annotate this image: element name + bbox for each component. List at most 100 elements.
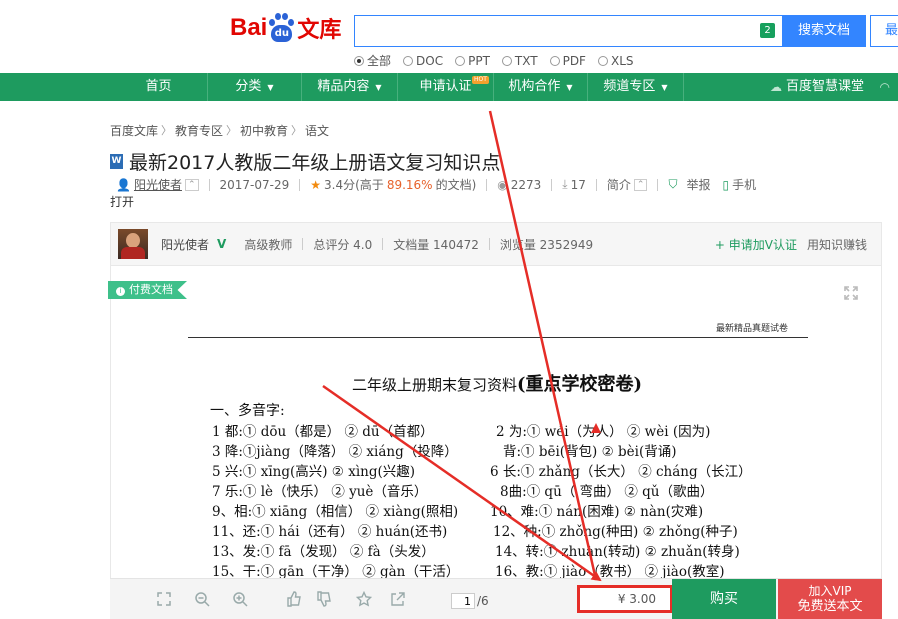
paper-line: 8曲:① qū（ 弯曲） ② qǔ（歌曲）	[500, 484, 714, 500]
rating: ★ 3.4分(高于 89.16% 的文档)	[310, 177, 477, 193]
breadcrumb-separator-icon: 〉	[291, 124, 303, 137]
title-row: W 最新2017人教版二年级上册语文复习知识点	[110, 148, 500, 175]
paw-icon: du	[268, 13, 295, 43]
star-icon: ★	[310, 177, 322, 192]
nav-apply-cert[interactable]: 申请认证 HOT	[398, 73, 494, 101]
phone-icon: ▯	[722, 177, 730, 192]
paper-line: 1 都:① dōu（都是） ② dū（首都）	[212, 424, 434, 440]
paper-line: 11、还:① hái（还有） ② huán(还书)	[212, 524, 448, 540]
report-link[interactable]: ⛉ 举报	[668, 176, 710, 193]
radio-icon	[455, 55, 466, 66]
nav-home[interactable]: 首页	[110, 73, 208, 101]
zoom-out-icon[interactable]	[194, 591, 210, 607]
share-icon[interactable]	[390, 591, 406, 607]
paper-line: 背:① bēi(背包) ② bèi(背诵)	[503, 444, 677, 460]
paper-section: 一、多音字:	[210, 403, 285, 419]
cloud-icon: ☁	[769, 80, 782, 94]
paper-line: 3 降:①jiàng（降落） ② xiáng（投降）	[212, 444, 458, 460]
nav-institution[interactable]: 机构合作 ▼	[494, 73, 588, 101]
paper-line: 7 乐:① lè（快乐） ② yuè（音乐）	[212, 484, 428, 500]
page-title: 最新2017人教版二年级上册语文复习知识点	[129, 152, 501, 174]
hot-badge: HOT	[472, 76, 489, 84]
page-number-input[interactable]	[451, 593, 475, 609]
paper-header: 最新精品真题试卷	[716, 324, 789, 334]
open-link[interactable]: 打开	[110, 193, 134, 210]
search-secondary-button[interactable]: 最	[870, 15, 898, 47]
author-name[interactable]: 阳光使者	[161, 236, 209, 253]
price-display: ¥ 3.00	[577, 585, 673, 613]
breadcrumb-separator-icon: 〉	[226, 124, 238, 137]
paper-line: 2 为:① wéi（为人） ② wèi (因为)	[496, 424, 711, 440]
filetype-doc[interactable]: DOC	[403, 52, 443, 69]
paid-doc-tag: i 付费文档	[108, 281, 187, 299]
page-total: /6	[477, 594, 489, 608]
filetype-all[interactable]: 全部	[354, 52, 391, 69]
main-nav: 首页 分类 ▼ 精品内容 ▼ 申请认证 HOT 机构合作 ▼ 频道专区 ▼ ☁ 百度智慧课…	[0, 73, 898, 101]
fit-screen-icon[interactable]	[156, 591, 172, 607]
info-icon: i	[116, 287, 125, 296]
nav-category[interactable]: 分类 ▼	[208, 73, 302, 101]
eye-icon: ◉	[497, 177, 508, 192]
breadcrumb-wenku[interactable]: 百度文库	[110, 122, 158, 139]
wifi-icon[interactable]: ◠	[880, 73, 890, 101]
radio-icon	[403, 55, 414, 66]
earn-knowledge-link[interactable]: 用知识赚钱	[807, 236, 867, 253]
apply-v-button[interactable]: + 申请加V认证	[715, 236, 797, 253]
search-docs-button[interactable]: 搜索文档	[782, 15, 866, 47]
author-browse-count: 浏览量 2352949	[499, 237, 594, 252]
breadcrumb-middle-school[interactable]: 初中教育	[240, 122, 288, 139]
expand-icon[interactable]: ⌃	[184, 178, 199, 191]
radio-icon	[597, 55, 608, 66]
paper-line: 9、相:① xiāng（相信） ② xiàng(照相)	[212, 504, 459, 520]
summary-dropdown[interactable]: 简介 ⌃	[607, 176, 648, 193]
author-doc-count: 文档量 140472	[393, 237, 479, 252]
thumbs-down-icon[interactable]	[316, 591, 332, 607]
filetype-ppt[interactable]: PPT	[455, 52, 490, 69]
thumbs-up-icon[interactable]	[286, 591, 302, 607]
word-doc-icon: W	[110, 154, 123, 169]
buy-button[interactable]: 购买	[672, 579, 776, 619]
download-count: ⤓ 17	[562, 177, 586, 192]
join-vip-button[interactable]: 加入VIP 免费送本文	[778, 579, 882, 619]
nav-premium[interactable]: 精品内容 ▼	[302, 73, 398, 101]
shield-icon: ⛉	[668, 177, 678, 191]
paper-line: 14、转:① zhuàn(转动) ② zhuǎn(转身)	[495, 544, 740, 560]
caret-down-icon: ▼	[375, 83, 382, 92]
breadcrumb: 百度文库 〉 教育专区 〉 初中教育 〉 语文	[110, 122, 329, 139]
filetype-xls[interactable]: XLS	[597, 52, 634, 69]
paper-line: 5 兴:① xīng(高兴) ② xìng(兴趣)	[212, 464, 416, 480]
verified-v-icon: V	[217, 237, 227, 251]
search-box[interactable]	[354, 15, 782, 47]
logo-text-bai: Bai	[230, 14, 268, 41]
paper-line: 12、种:① zhǒng(种田) ② zhǒng(种子)	[493, 524, 738, 540]
author-link[interactable]: 👤 阳光使者 ⌃	[116, 176, 199, 193]
logo-text-wenku: 文库	[297, 18, 342, 43]
viewer-toolbar: /6 ¥ 3.00 购买 加入VIP 免费送本文	[110, 578, 882, 619]
star-favorite-icon[interactable]	[356, 591, 372, 607]
zoom-in-icon[interactable]	[232, 591, 248, 607]
filetype-filter: 全部 DOC PPT TXT PDF XLS	[354, 52, 634, 69]
radio-icon	[501, 55, 512, 66]
breadcrumb-chinese[interactable]: 语文	[305, 122, 329, 139]
paper-line: 16、教:① jiào（教书） ② jiào(教室)	[495, 564, 725, 580]
fullscreen-icon[interactable]	[844, 286, 858, 300]
filetype-txt[interactable]: TXT	[501, 52, 538, 69]
paper-rule	[188, 337, 808, 338]
search-count-badge: 2	[760, 23, 775, 38]
search-input[interactable]	[355, 16, 782, 46]
user-icon: 👤	[116, 177, 131, 192]
upload-date: 2017-07-29	[219, 177, 290, 192]
avatar[interactable]	[118, 229, 148, 259]
baidu-wenku-logo[interactable]: Bai du 文库	[230, 10, 341, 46]
nav-smart-classroom[interactable]: ☁ 百度智慧课堂	[770, 73, 864, 101]
caret-down-icon: ▼	[566, 83, 573, 92]
breadcrumb-education[interactable]: 教育专区	[175, 122, 223, 139]
download-icon: ⤓	[562, 177, 568, 191]
radio-icon	[549, 55, 560, 66]
radio-icon	[354, 55, 364, 66]
nav-channel[interactable]: 频道专区 ▼	[588, 73, 684, 101]
mobile-link[interactable]: ▯ 手机	[722, 176, 756, 193]
author-score: 总评分 4.0	[313, 237, 373, 252]
filetype-pdf[interactable]: PDF	[549, 52, 586, 69]
page-indicator: /6	[451, 593, 489, 609]
